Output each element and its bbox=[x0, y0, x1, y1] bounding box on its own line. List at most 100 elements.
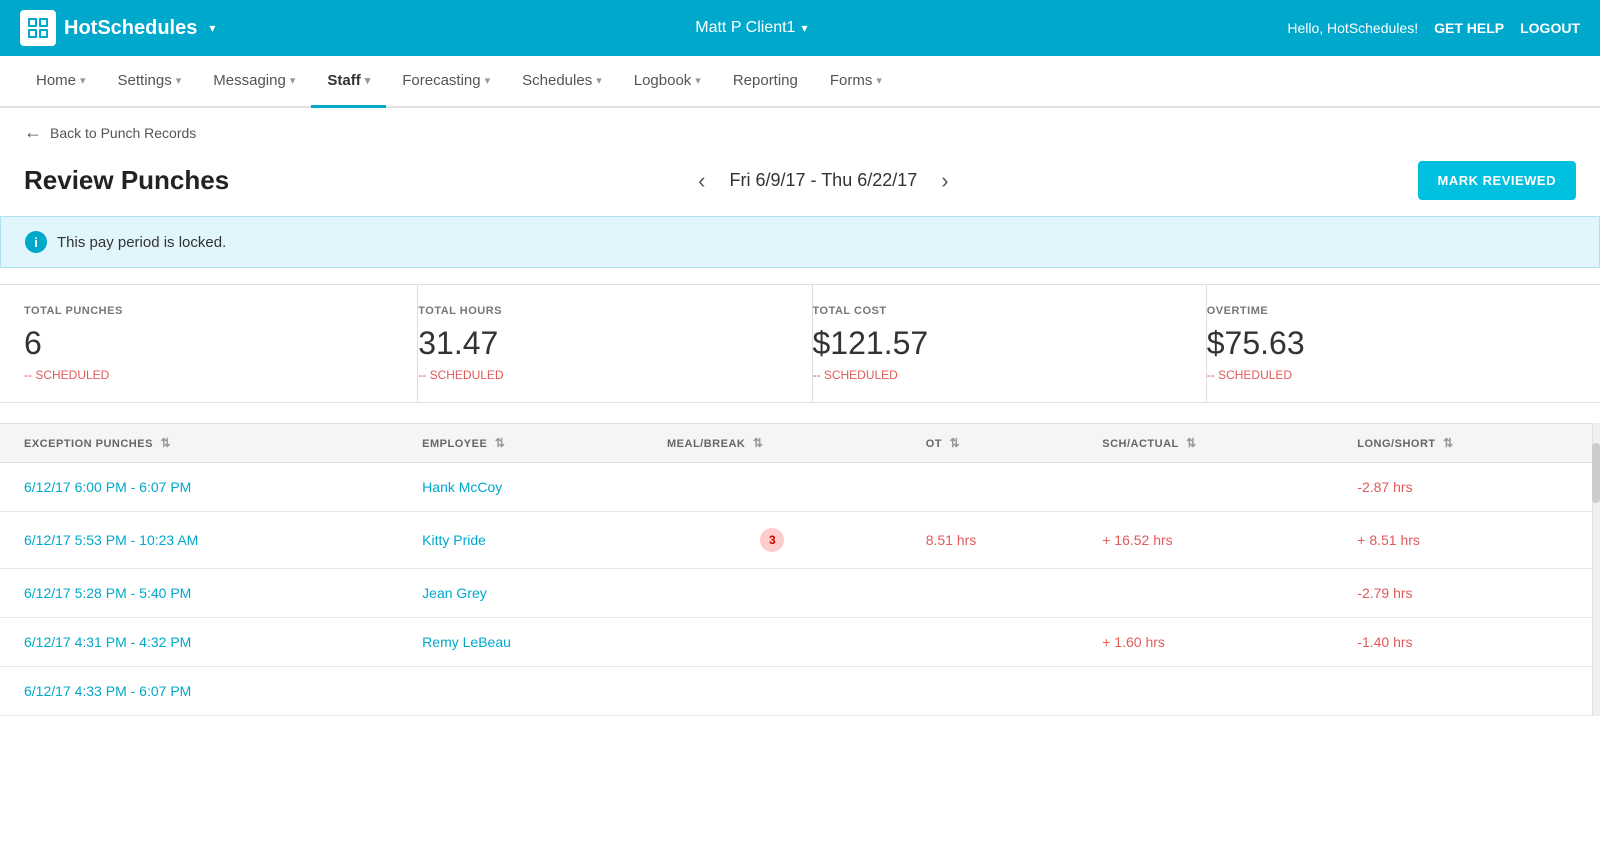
employee-cell[interactable]: Kitty Pride bbox=[398, 512, 643, 569]
nav-caret-icon: ▾ bbox=[290, 74, 296, 87]
long-short-value: -2.79 hrs bbox=[1357, 585, 1412, 601]
stat-scheduled: -- SCHEDULED bbox=[1207, 368, 1576, 382]
long-short-cell: -2.87 hrs bbox=[1333, 463, 1592, 512]
nav-item-settings[interactable]: Settings ▾ bbox=[102, 56, 198, 108]
date-navigation: ‹ Fri 6/9/17 - Thu 6/22/17 › bbox=[690, 164, 956, 198]
long-short-cell: -1.40 hrs bbox=[1333, 618, 1592, 667]
table-col-header[interactable]: EMPLOYEE ⇅ bbox=[398, 424, 643, 463]
employee-link[interactable]: Remy LeBeau bbox=[422, 634, 511, 650]
sch-actual-value: + 16.52 hrs bbox=[1102, 532, 1172, 548]
ot-cell bbox=[902, 667, 1079, 716]
meal-break-cell bbox=[643, 569, 902, 618]
stat-label: TOTAL COST bbox=[813, 305, 1182, 317]
breadcrumb[interactable]: ← Back to Punch Records bbox=[0, 108, 1600, 157]
nav-caret-icon: ▾ bbox=[365, 74, 371, 87]
table-col-header[interactable]: OT ⇅ bbox=[902, 424, 1079, 463]
exception-punch-cell[interactable]: 6/12/17 4:31 PM - 4:32 PM bbox=[0, 618, 398, 667]
main-content: ← Back to Punch Records Review Punches ‹… bbox=[0, 108, 1600, 848]
exception-punch-link[interactable]: 6/12/17 6:00 PM - 6:07 PM bbox=[24, 479, 191, 495]
nav-item-logbook[interactable]: Logbook ▾ bbox=[618, 56, 717, 108]
logo-caret-icon[interactable]: ▾ bbox=[209, 21, 215, 35]
date-range-label: Fri 6/9/17 - Thu 6/22/17 bbox=[729, 170, 917, 191]
punches-table: EXCEPTION PUNCHES ⇅EMPLOYEE ⇅MEAL/BREAK … bbox=[0, 423, 1592, 716]
sch-actual-cell: + 16.52 hrs bbox=[1078, 512, 1333, 569]
get-help-link[interactable]: GET HELP bbox=[1434, 20, 1504, 36]
exception-punch-cell[interactable]: 6/12/17 4:33 PM - 6:07 PM bbox=[0, 667, 398, 716]
table-col-header[interactable]: EXCEPTION PUNCHES ⇅ bbox=[0, 424, 398, 463]
ot-cell: 8.51 hrs bbox=[902, 512, 1079, 569]
table-header-row: EXCEPTION PUNCHES ⇅EMPLOYEE ⇅MEAL/BREAK … bbox=[0, 424, 1592, 463]
exception-punch-cell[interactable]: 6/12/17 6:00 PM - 6:07 PM bbox=[0, 463, 398, 512]
exception-punch-link[interactable]: 6/12/17 5:53 PM - 10:23 AM bbox=[24, 532, 198, 548]
table-body: 6/12/17 6:00 PM - 6:07 PM Hank McCoy -2.87… bbox=[0, 463, 1592, 716]
user-selector[interactable]: Matt P Client1 ▾ bbox=[695, 19, 807, 37]
stats-row: TOTAL PUNCHES 6 -- SCHEDULED TOTAL HOURS… bbox=[0, 284, 1600, 403]
scrollbar-track[interactable] bbox=[1592, 423, 1600, 716]
nav-item-home[interactable]: Home ▾ bbox=[20, 56, 102, 108]
sort-icon: ⇅ bbox=[160, 436, 171, 450]
employee-link[interactable]: Hank McCoy bbox=[422, 479, 502, 495]
breadcrumb-label: Back to Punch Records bbox=[50, 125, 196, 141]
stat-label: TOTAL PUNCHES bbox=[24, 305, 393, 317]
employee-link[interactable]: Jean Grey bbox=[422, 585, 487, 601]
page-title: Review Punches bbox=[24, 165, 229, 196]
nav-item-messaging[interactable]: Messaging ▾ bbox=[197, 56, 311, 108]
meal-break-badge[interactable]: 3 bbox=[760, 528, 784, 552]
nav-item-reporting[interactable]: Reporting bbox=[717, 56, 814, 108]
exception-punch-link[interactable]: 6/12/17 4:31 PM - 4:32 PM bbox=[24, 634, 191, 650]
employee-link[interactable]: Kitty Pride bbox=[422, 532, 486, 548]
nav-item-staff[interactable]: Staff ▾ bbox=[311, 56, 386, 108]
stat-scheduled: -- SCHEDULED bbox=[813, 368, 1182, 382]
page-header: Review Punches ‹ Fri 6/9/17 - Thu 6/22/1… bbox=[0, 157, 1600, 216]
greeting-text: Hello, HotSchedules! bbox=[1287, 20, 1418, 36]
employee-cell[interactable] bbox=[398, 667, 643, 716]
long-short-value: + 8.51 hrs bbox=[1357, 532, 1420, 548]
nav-caret-icon: ▾ bbox=[876, 74, 882, 87]
nav-caret-icon: ▾ bbox=[80, 74, 86, 87]
prev-period-button[interactable]: ‹ bbox=[690, 164, 713, 198]
stat-value: $75.63 bbox=[1207, 325, 1576, 362]
user-caret-icon: ▾ bbox=[801, 21, 807, 35]
employee-cell[interactable]: Remy LeBeau bbox=[398, 618, 643, 667]
exception-punch-link[interactable]: 6/12/17 4:33 PM - 6:07 PM bbox=[24, 683, 191, 699]
sort-icon: ⇅ bbox=[495, 436, 506, 450]
nav-item-forecasting[interactable]: Forecasting ▾ bbox=[386, 56, 506, 108]
nav-caret-icon: ▾ bbox=[485, 74, 491, 87]
stat-value: 6 bbox=[24, 325, 393, 362]
next-period-button[interactable]: › bbox=[933, 164, 956, 198]
logo-text: HotSchedules bbox=[64, 17, 197, 40]
table-col-header[interactable]: LONG/SHORT ⇅ bbox=[1333, 424, 1592, 463]
exception-punch-cell[interactable]: 6/12/17 5:53 PM - 10:23 AM bbox=[0, 512, 398, 569]
scrollbar-thumb[interactable] bbox=[1592, 443, 1600, 503]
logout-link[interactable]: LOGOUT bbox=[1520, 20, 1580, 36]
stat-item: TOTAL COST $121.57 -- SCHEDULED bbox=[813, 285, 1207, 402]
employee-cell[interactable]: Hank McCoy bbox=[398, 463, 643, 512]
stat-item: OVERTIME $75.63 -- SCHEDULED bbox=[1207, 285, 1576, 402]
exception-punch-cell[interactable]: 6/12/17 5:28 PM - 5:40 PM bbox=[0, 569, 398, 618]
stat-scheduled: -- SCHEDULED bbox=[418, 368, 787, 382]
sort-icon: ⇅ bbox=[1443, 436, 1454, 450]
stat-label: OVERTIME bbox=[1207, 305, 1576, 317]
nav-item-schedules[interactable]: Schedules ▾ bbox=[506, 56, 618, 108]
table-col-header[interactable]: MEAL/BREAK ⇅ bbox=[643, 424, 902, 463]
mark-reviewed-button[interactable]: MARK REVIEWED bbox=[1418, 161, 1576, 200]
sch-actual-cell bbox=[1078, 463, 1333, 512]
stat-scheduled: -- SCHEDULED bbox=[24, 368, 393, 382]
secondary-nav: Home ▾Settings ▾Messaging ▾Staff ▾Foreca… bbox=[0, 56, 1600, 108]
table-header: EXCEPTION PUNCHES ⇅EMPLOYEE ⇅MEAL/BREAK … bbox=[0, 424, 1592, 463]
exception-punch-link[interactable]: 6/12/17 5:28 PM - 5:40 PM bbox=[24, 585, 191, 601]
nav-item-forms[interactable]: Forms ▾ bbox=[814, 56, 898, 108]
info-banner: i This pay period is locked. bbox=[0, 216, 1600, 268]
table-container: EXCEPTION PUNCHES ⇅EMPLOYEE ⇅MEAL/BREAK … bbox=[0, 423, 1600, 716]
top-bar-actions: Hello, HotSchedules! GET HELP LOGOUT bbox=[1287, 20, 1580, 36]
employee-cell[interactable]: Jean Grey bbox=[398, 569, 643, 618]
sch-actual-cell bbox=[1078, 569, 1333, 618]
stat-item: TOTAL PUNCHES 6 -- SCHEDULED bbox=[24, 285, 418, 402]
long-short-value: -2.87 hrs bbox=[1357, 479, 1412, 495]
ot-cell bbox=[902, 463, 1079, 512]
sort-icon: ⇅ bbox=[950, 436, 961, 450]
meal-break-cell: 3 bbox=[643, 512, 902, 569]
table-row: 6/12/17 4:31 PM - 4:32 PMRemy LeBeau+ 1.… bbox=[0, 618, 1592, 667]
table-col-header[interactable]: SCH/ACTUAL ⇅ bbox=[1078, 424, 1333, 463]
table-row: 6/12/17 5:28 PM - 5:40 PM Jean Grey -2.79 … bbox=[0, 569, 1592, 618]
